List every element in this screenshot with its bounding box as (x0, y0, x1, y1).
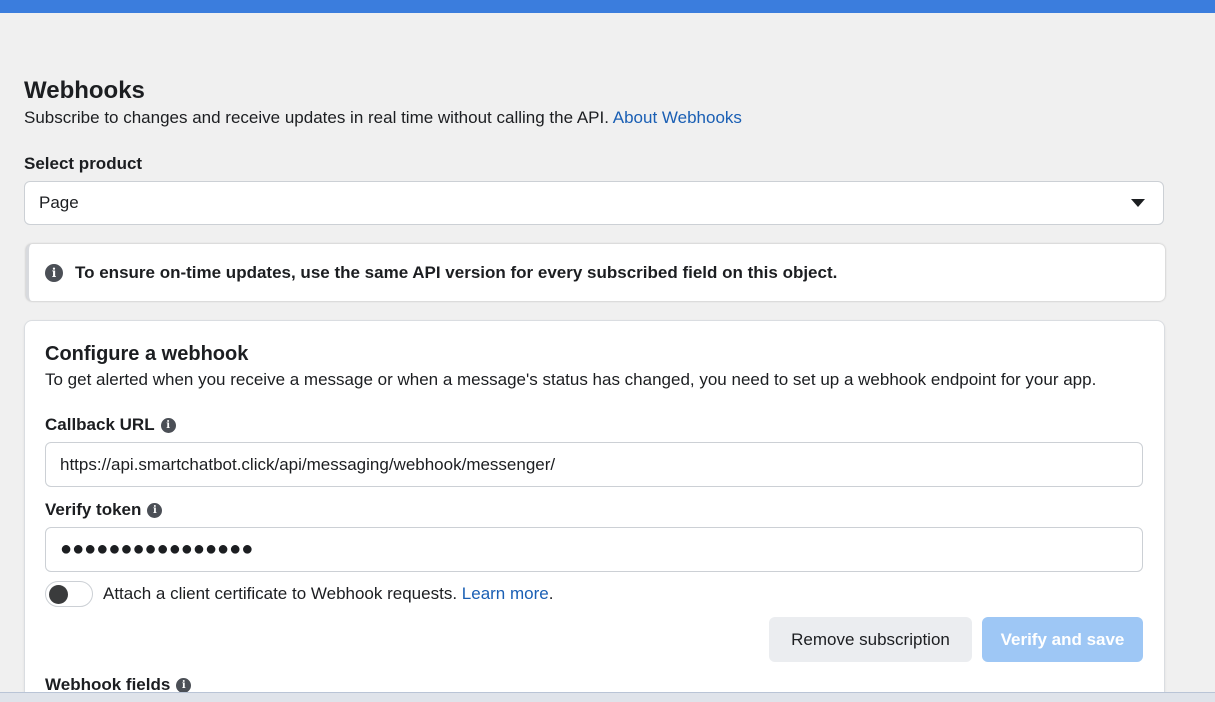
select-product-label: Select product (24, 154, 143, 173)
top-accent-bar (0, 0, 1215, 13)
verify-and-save-button[interactable]: Verify and save (982, 617, 1143, 662)
callback-url-input[interactable]: https://api.smartchatbot.click/api/messa… (45, 442, 1143, 487)
client-certificate-text: Attach a client certificate to Webhook r… (103, 584, 553, 604)
card-title: Configure a webhook (45, 343, 249, 365)
verify-token-input[interactable]: ●●●●●●●●●●●●●●●● (45, 527, 1143, 572)
notice-text: To ensure on-time updates, use the same … (75, 262, 838, 282)
caret-down-icon (1131, 199, 1145, 207)
page-subtitle: Subscribe to changes and receive updates… (24, 108, 742, 128)
verify-token-label: Verify token i (45, 500, 163, 520)
callback-url-label-text: Callback URL (45, 415, 155, 434)
info-icon[interactable]: i (147, 502, 163, 518)
verify-token-label-text: Verify token (45, 500, 142, 519)
product-select[interactable]: Page (24, 181, 1164, 225)
info-icon[interactable]: i (160, 417, 176, 433)
learn-more-link[interactable]: Learn more (462, 584, 549, 603)
product-select-value: Page (39, 193, 79, 212)
card-description: To get alerted when you receive a messag… (45, 370, 1097, 389)
taskbar-edge (0, 692, 1215, 702)
api-version-notice: i To ensure on-time updates, use the sam… (26, 244, 1165, 301)
toggle-label: Attach a client certificate to Webhook r… (103, 584, 458, 603)
page-title: Webhooks (24, 77, 145, 104)
about-webhooks-link[interactable]: About Webhooks (613, 108, 742, 127)
configure-webhook-card: Configure a webhook To get alerted when … (24, 320, 1165, 702)
toggle-knob (49, 585, 68, 604)
remove-subscription-button[interactable]: Remove subscription (769, 617, 972, 662)
callback-url-label: Callback URL i (45, 415, 176, 435)
info-icon[interactable]: i (176, 677, 192, 693)
subtitle-text: Subscribe to changes and receive updates… (24, 108, 609, 127)
toggle-period: . (548, 584, 554, 603)
info-icon: i (45, 263, 63, 282)
client-certificate-toggle[interactable] (45, 581, 93, 607)
